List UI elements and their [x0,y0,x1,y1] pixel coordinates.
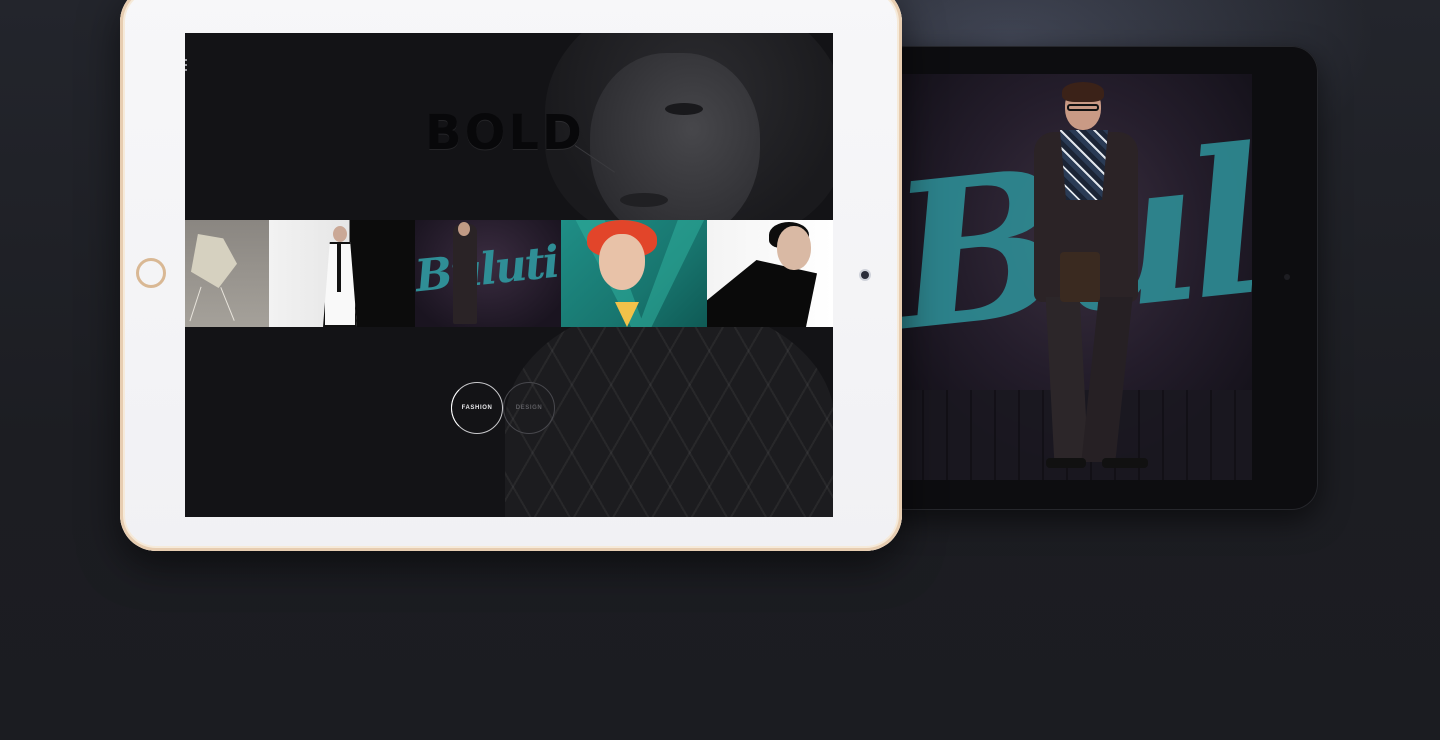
fashion-category-button[interactable]: FASHION [451,382,503,434]
thumbnail-buluti[interactable]: Buluti [415,220,561,327]
ipad-back-device: Bulu [880,46,1318,510]
back-model-figure [1020,82,1160,472]
thumbnail-latex-coat[interactable] [707,220,833,327]
back-camera-icon [1284,274,1290,280]
home-button[interactable] [136,258,166,288]
showcase-stage: Bulu [0,0,1440,740]
thumbnail-strip[interactable]: Buluti [185,220,833,327]
thumbnail-white-dress[interactable] [269,220,415,327]
ipad-front-device: BOLD Buluti FASHION DESIGN [120,0,902,551]
thumbnail-buluti-script: Buluti [415,236,561,303]
menu-icon[interactable] [185,59,187,71]
back-device-screen: Bulu [900,74,1252,480]
thumbnail-v-portrait[interactable] [561,220,707,327]
fashion-category-label: FASHION [461,405,493,411]
app-screen: BOLD Buluti FASHION DESIGN [185,33,833,517]
design-category-button[interactable]: DESIGN [503,382,555,434]
thumbnail-chair[interactable] [185,220,269,327]
hero-headline: BOLD [425,105,585,161]
design-category-label: DESIGN [515,405,543,411]
camera-icon [861,271,869,279]
category-toggle[interactable]: FASHION DESIGN [451,382,561,436]
